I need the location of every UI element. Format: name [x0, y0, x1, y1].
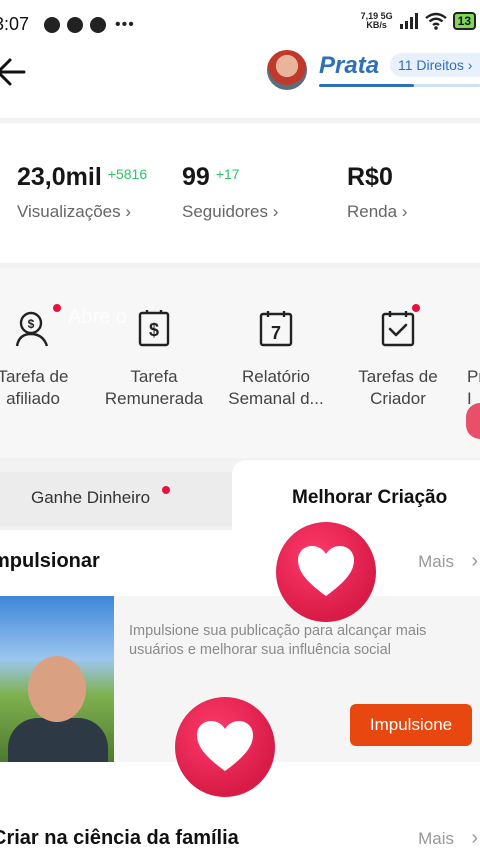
status-bar: 3:07 ••• 7,19 5G KB/s 13	[0, 0, 480, 48]
rights-label: 11 Direitos	[398, 57, 464, 73]
family-more-link[interactable]: Mais	[418, 829, 454, 849]
battery-indicator: 13	[452, 12, 476, 30]
stat-income[interactable]: R$0 Renda ›	[347, 163, 408, 222]
tab-improve-creation-label[interactable]: Melhorar Criação	[292, 487, 447, 509]
network-speed: 7,19 5G KB/s	[360, 11, 393, 30]
stat-delta: +5816	[107, 166, 148, 182]
tool-label: Tarefa Remunerada	[104, 367, 204, 408]
back-arrow-icon[interactable]	[0, 52, 34, 92]
stat-value: 23,0mil +5816	[17, 163, 148, 191]
creator-level-name[interactable]: Prata	[319, 52, 379, 80]
floating-side-button[interactable]	[466, 403, 480, 439]
notification-icons: •••	[44, 16, 135, 34]
messenger-notification-icon	[67, 17, 83, 33]
creator-task-icon	[378, 304, 420, 348]
chevron-right-icon: ›	[272, 202, 279, 221]
tool-paid-task[interactable]: $ Tarefa Remunerada	[89, 308, 219, 410]
boost-more-link[interactable]: Mais	[418, 552, 454, 572]
notification-dot	[53, 304, 61, 312]
thumbnail-person-body	[8, 718, 108, 762]
tool-more[interactable]: PrI	[415, 308, 480, 410]
tab-earn-money-label[interactable]: Ganhe Dinheiro	[31, 488, 150, 508]
avatar[interactable]	[265, 48, 309, 92]
stat-followers[interactable]: 99 +17 Seguidores ›	[182, 163, 278, 222]
stat-label: Renda ›	[347, 202, 408, 221]
stat-views[interactable]: 23,0mil +5816 Visualizações ›	[17, 163, 147, 222]
stat-label: Visualizações ›	[17, 202, 132, 221]
heart-icon	[276, 522, 376, 622]
messenger-notification-icon-2	[90, 17, 106, 33]
signal-icon	[399, 13, 418, 29]
chevron-right-icon[interactable]: ›	[471, 550, 478, 573]
status-time: 3:07	[0, 14, 30, 34]
more-notifications-icon: •••	[115, 16, 135, 33]
boost-button[interactable]: Impulsione	[350, 704, 472, 746]
stat-value: 99 +17	[182, 163, 240, 191]
stats-panel: 23,0mil +5816 Visualizações › 99 +17 Segui…	[0, 123, 480, 263]
chevron-right-icon: ›	[125, 202, 132, 221]
thumbnail-person-head	[28, 656, 86, 722]
stat-delta: +17	[215, 166, 240, 182]
tool-label: Tarefa de afiliado	[0, 367, 69, 408]
boost-description: Impulsione sua publicação para alcançar …	[129, 623, 427, 658]
post-thumbnail[interactable]	[0, 596, 114, 762]
stat-label: Seguidores ›	[182, 202, 279, 221]
calendar-icon: 7	[256, 308, 296, 348]
svg-text:7: 7	[271, 323, 281, 343]
tab-bar: Ganhe Dinheiro Melhorar Criação	[0, 460, 480, 530]
level-progress-bar	[319, 84, 414, 87]
tools-row: $ Tarefa de afiliado Abre o $ Tarefa Remun…	[0, 268, 480, 458]
app-header: Prata 11 Direitos ›	[0, 48, 480, 118]
chevron-right-icon[interactable]: ›	[471, 827, 478, 850]
more-tool-icon	[435, 308, 475, 348]
status-right: 7,19 5G KB/s 13	[361, 12, 476, 30]
chevron-right-icon: ›	[401, 202, 408, 221]
svg-text:$: $	[149, 320, 159, 340]
boost-section-title: mpulsionar	[0, 550, 100, 572]
tool-label: PrI	[467, 367, 480, 408]
paid-task-icon: $	[134, 308, 174, 348]
tool-label: Relatório Semanal d...	[228, 367, 324, 408]
affiliate-icon: $	[13, 304, 61, 348]
svg-text:$: $	[28, 317, 35, 331]
heart-icon	[175, 697, 275, 797]
family-section-title: Criar na ciência da família	[0, 827, 239, 849]
stat-value: R$0	[347, 163, 393, 191]
wifi-icon	[424, 12, 447, 30]
tool-weekly-report[interactable]: 7 Relatório Semanal d...	[211, 308, 341, 410]
notification-dot	[162, 486, 170, 494]
content-panel: mpulsionar Mais › Impulsione sua publica…	[0, 530, 480, 854]
chat-notification-icon	[44, 17, 60, 33]
chevron-right-icon: ›	[467, 57, 473, 73]
rights-chip[interactable]: 11 Direitos ›	[390, 53, 480, 77]
